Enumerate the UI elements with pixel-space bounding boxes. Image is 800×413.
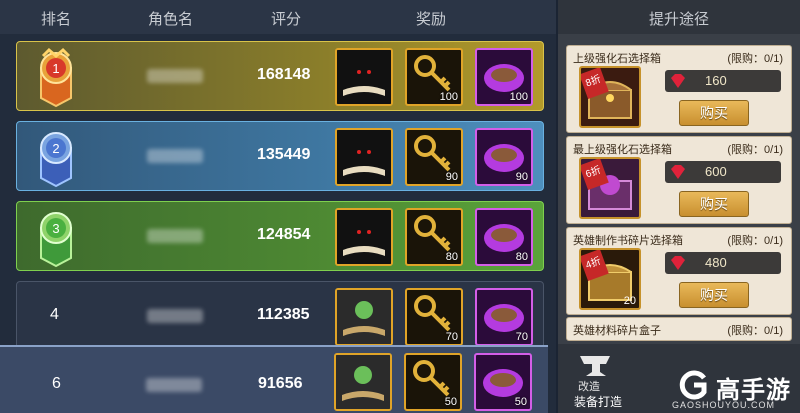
rank-number: 6 [52,375,61,392]
forge-button[interactable]: 装备打造 [560,392,636,412]
player-score: 168148 [257,66,311,83]
reward-quantity: 100 [439,91,458,103]
brand-watermark: 高手游 GAOSHOUYOU.COM [672,370,798,412]
card-title: 英雄制作书碎片选择箱 [573,235,683,247]
player-score: 135449 [257,146,311,163]
header-name: 角色名 [148,11,194,28]
ranking-header: 排名 角色名 评分 奖励 [0,0,556,34]
reward-key-item[interactable]: 80 [405,208,463,266]
price-box: 480 [665,252,781,274]
ranking-row[interactable]: 2 135449 90 90 [16,121,544,191]
card-limit: (限购：0/1) [727,53,783,65]
header-rank: 排名 [41,11,72,28]
upgrade-title: 提升途径 [648,11,709,28]
brand-url: GAOSHOUYOU.COM [672,400,776,410]
price: 480 [705,255,727,270]
buy-button[interactable]: 购买 [679,191,749,217]
rank-medal-silver-icon: 2 [31,126,81,188]
card-title: 英雄材料碎片盒子 [573,325,661,337]
player-score: 112385 [257,306,310,323]
price: 600 [705,164,727,179]
reward-quantity: 100 [509,91,528,103]
ruby-gem-icon [671,256,685,270]
player-name-blurred [147,229,203,243]
card-limit: (限购：0/1) [727,144,783,156]
player-score: 124854 [257,226,311,243]
player-name-blurred [147,149,203,163]
reward-book-item[interactable] [335,208,393,266]
reward-quantity: 50 [514,396,527,408]
player-name-blurred [147,309,203,323]
reward-quantity: 90 [445,171,458,183]
reward-bowl-item[interactable]: 80 [475,208,533,266]
reward-bowl-item[interactable]: 100 [475,48,533,106]
upgrade-panel: 提升途径 上级强化石选择箱 (限购：0/1) 8折 160 购买 最上级强化石选… [558,0,800,413]
rank-number: 1 [52,61,59,76]
ranking-row[interactable]: 3 124854 80 80 [16,201,544,271]
jester-book-icon [337,290,391,344]
gold-chest-icon[interactable]: 4折 20 [579,248,641,310]
card-title: 上级强化石选择箱 [573,53,661,65]
price-box: 600 [665,161,781,183]
reward-book-item[interactable] [335,48,393,106]
shop-card: 英雄材料碎片盒子 (限购：0/1) [566,317,792,341]
rank-number: 3 [52,221,59,236]
reward-quantity: 80 [445,251,458,263]
card-title: 最上级强化石选择箱 [573,144,672,156]
reward-quantity: 70 [445,331,458,343]
dark-book-icon [337,210,391,264]
jester-book-icon [336,355,390,409]
reward-key-item[interactable]: 90 [405,128,463,186]
ranking-row[interactable]: 1 168148 100 100 [16,41,544,111]
rank-number: 2 [52,141,59,156]
player-score: 91656 [258,375,303,392]
price-box: 160 [665,70,781,92]
reward-key-item[interactable]: 100 [405,48,463,106]
card-limit: (限购：0/1) [727,325,783,337]
treasure-chest-icon[interactable]: 8折 [579,66,641,128]
dark-book-icon [337,130,391,184]
reward-book-item[interactable] [335,288,393,346]
ruby-gem-icon [671,74,685,88]
ranking-panel: 排名 角色名 评分 奖励 1 168148 100 100 2 135449 9… [0,0,556,413]
reward-quantity: 70 [515,331,528,343]
reward-bowl-item[interactable]: 90 [475,128,533,186]
item-count: 20 [623,295,636,307]
reward-quantity: 50 [444,396,457,408]
player-name-blurred [146,378,202,392]
reward-key-item[interactable]: 70 [405,288,463,346]
reward-key-item[interactable]: 50 [404,353,462,411]
reward-book-item[interactable] [335,128,393,186]
card-limit: (限购：0/1) [727,235,783,247]
upgrade-header: 提升途径 [558,0,800,34]
own-ranking-row[interactable]: 6 91656 50 50 [0,345,548,413]
gem-chest-icon[interactable]: 6折 [579,157,641,219]
shop-card: 最上级强化石选择箱 (限购：0/1) 6折 600 购买 [566,136,792,224]
player-name-blurred [147,69,203,83]
g-logo-icon [679,370,707,400]
rank-medal-bronze-icon: 3 [31,206,81,268]
header-score: 评分 [271,11,302,28]
buy-button[interactable]: 购买 [679,100,749,126]
reward-quantity: 80 [515,251,528,263]
dark-book-icon [337,50,391,104]
header-reward: 奖励 [416,11,447,28]
reward-bowl-item[interactable]: 70 [475,288,533,346]
rank-number: 4 [50,306,59,323]
reward-bowl-item[interactable]: 50 [474,353,532,411]
shop-card: 上级强化石选择箱 (限购：0/1) 8折 160 购买 [566,45,792,133]
ranking-row[interactable]: 4 112385 70 70 [16,281,544,351]
buy-button[interactable]: 购买 [679,282,749,308]
reward-book-item[interactable] [334,353,392,411]
reward-quantity: 90 [515,171,528,183]
shop-card: 英雄制作书碎片选择箱 (限购：0/1) 4折 20 480 购买 [566,227,792,315]
ruby-gem-icon [671,165,685,179]
price: 160 [705,73,727,88]
rank-medal-gold-icon: 1 [31,46,81,108]
